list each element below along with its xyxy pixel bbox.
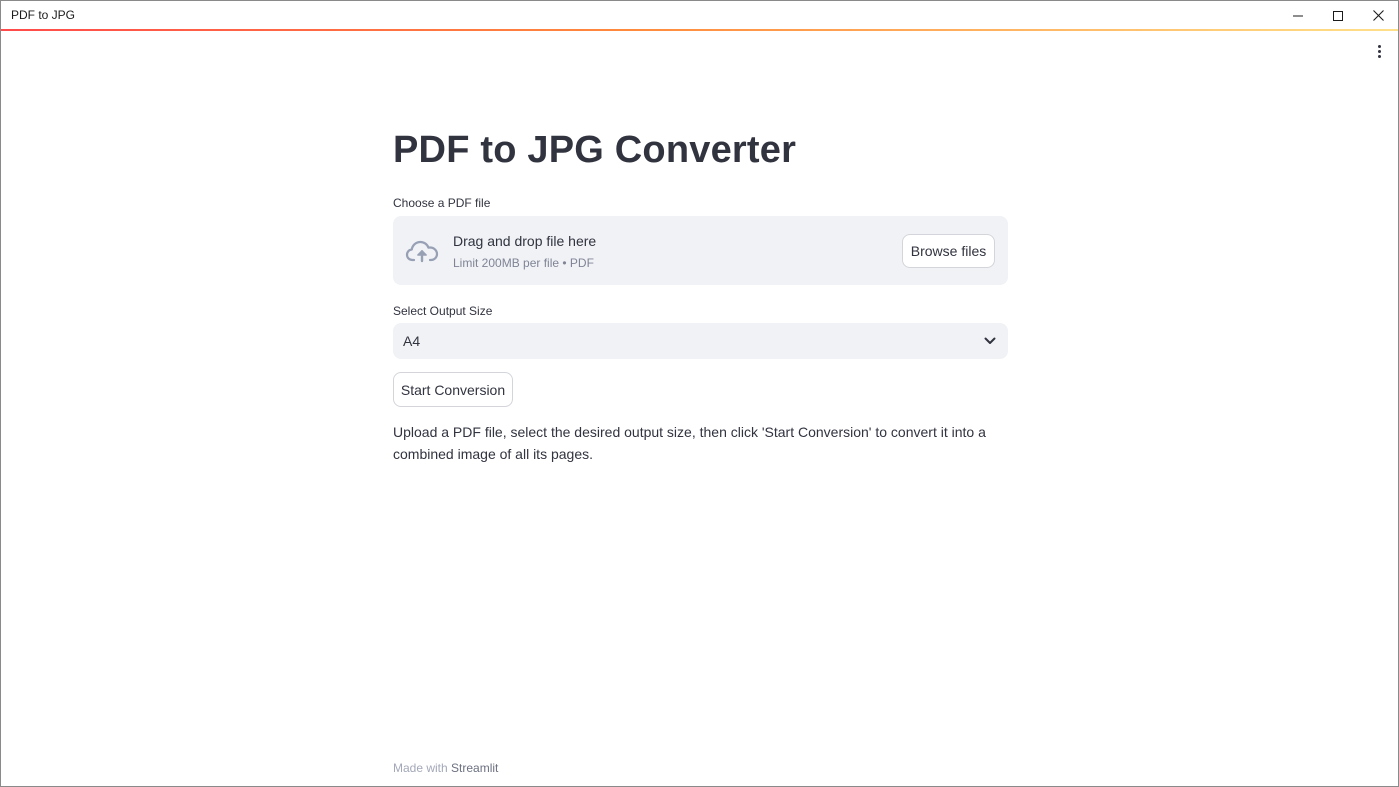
maximize-icon	[1333, 10, 1343, 21]
output-size-select[interactable]: A4	[393, 323, 1008, 359]
output-size-value: A4	[403, 333, 421, 349]
close-button[interactable]	[1358, 1, 1398, 30]
streamlit-link[interactable]: Streamlit	[451, 761, 498, 775]
header-decoration	[1, 29, 1398, 31]
kebab-menu-icon[interactable]	[1369, 41, 1389, 61]
dropzone-instructions: Drag and drop file here	[453, 233, 597, 249]
app-window: PDF to JPG PDF to JPG Converter Choose a…	[0, 0, 1399, 787]
start-conversion-button[interactable]: Start Conversion	[393, 372, 513, 407]
instructions-text: Upload a PDF file, select the desired ou…	[393, 424, 986, 462]
file-uploader-label: Choose a PDF file	[393, 196, 491, 210]
title-bar: PDF to JPG	[1, 1, 1398, 30]
dropzone-limit: Limit 200MB per file • PDF	[453, 256, 594, 270]
output-size-label: Select Output Size	[393, 304, 493, 318]
minimize-button[interactable]	[1278, 1, 1318, 30]
page-title: PDF to JPG Converter	[393, 129, 797, 171]
minimize-icon	[1293, 15, 1303, 16]
footer: Made with Streamlit	[393, 761, 498, 775]
maximize-button[interactable]	[1318, 1, 1358, 30]
chevron-down-icon	[984, 337, 996, 344]
close-icon	[1372, 10, 1384, 21]
file-dropzone[interactable]: Drag and drop file here Limit 200MB per …	[393, 216, 1008, 285]
browse-files-button[interactable]: Browse files	[902, 234, 995, 268]
footer-prefix: Made with	[393, 761, 448, 775]
window-title: PDF to JPG	[11, 8, 76, 22]
cloud-upload-icon	[405, 240, 439, 263]
